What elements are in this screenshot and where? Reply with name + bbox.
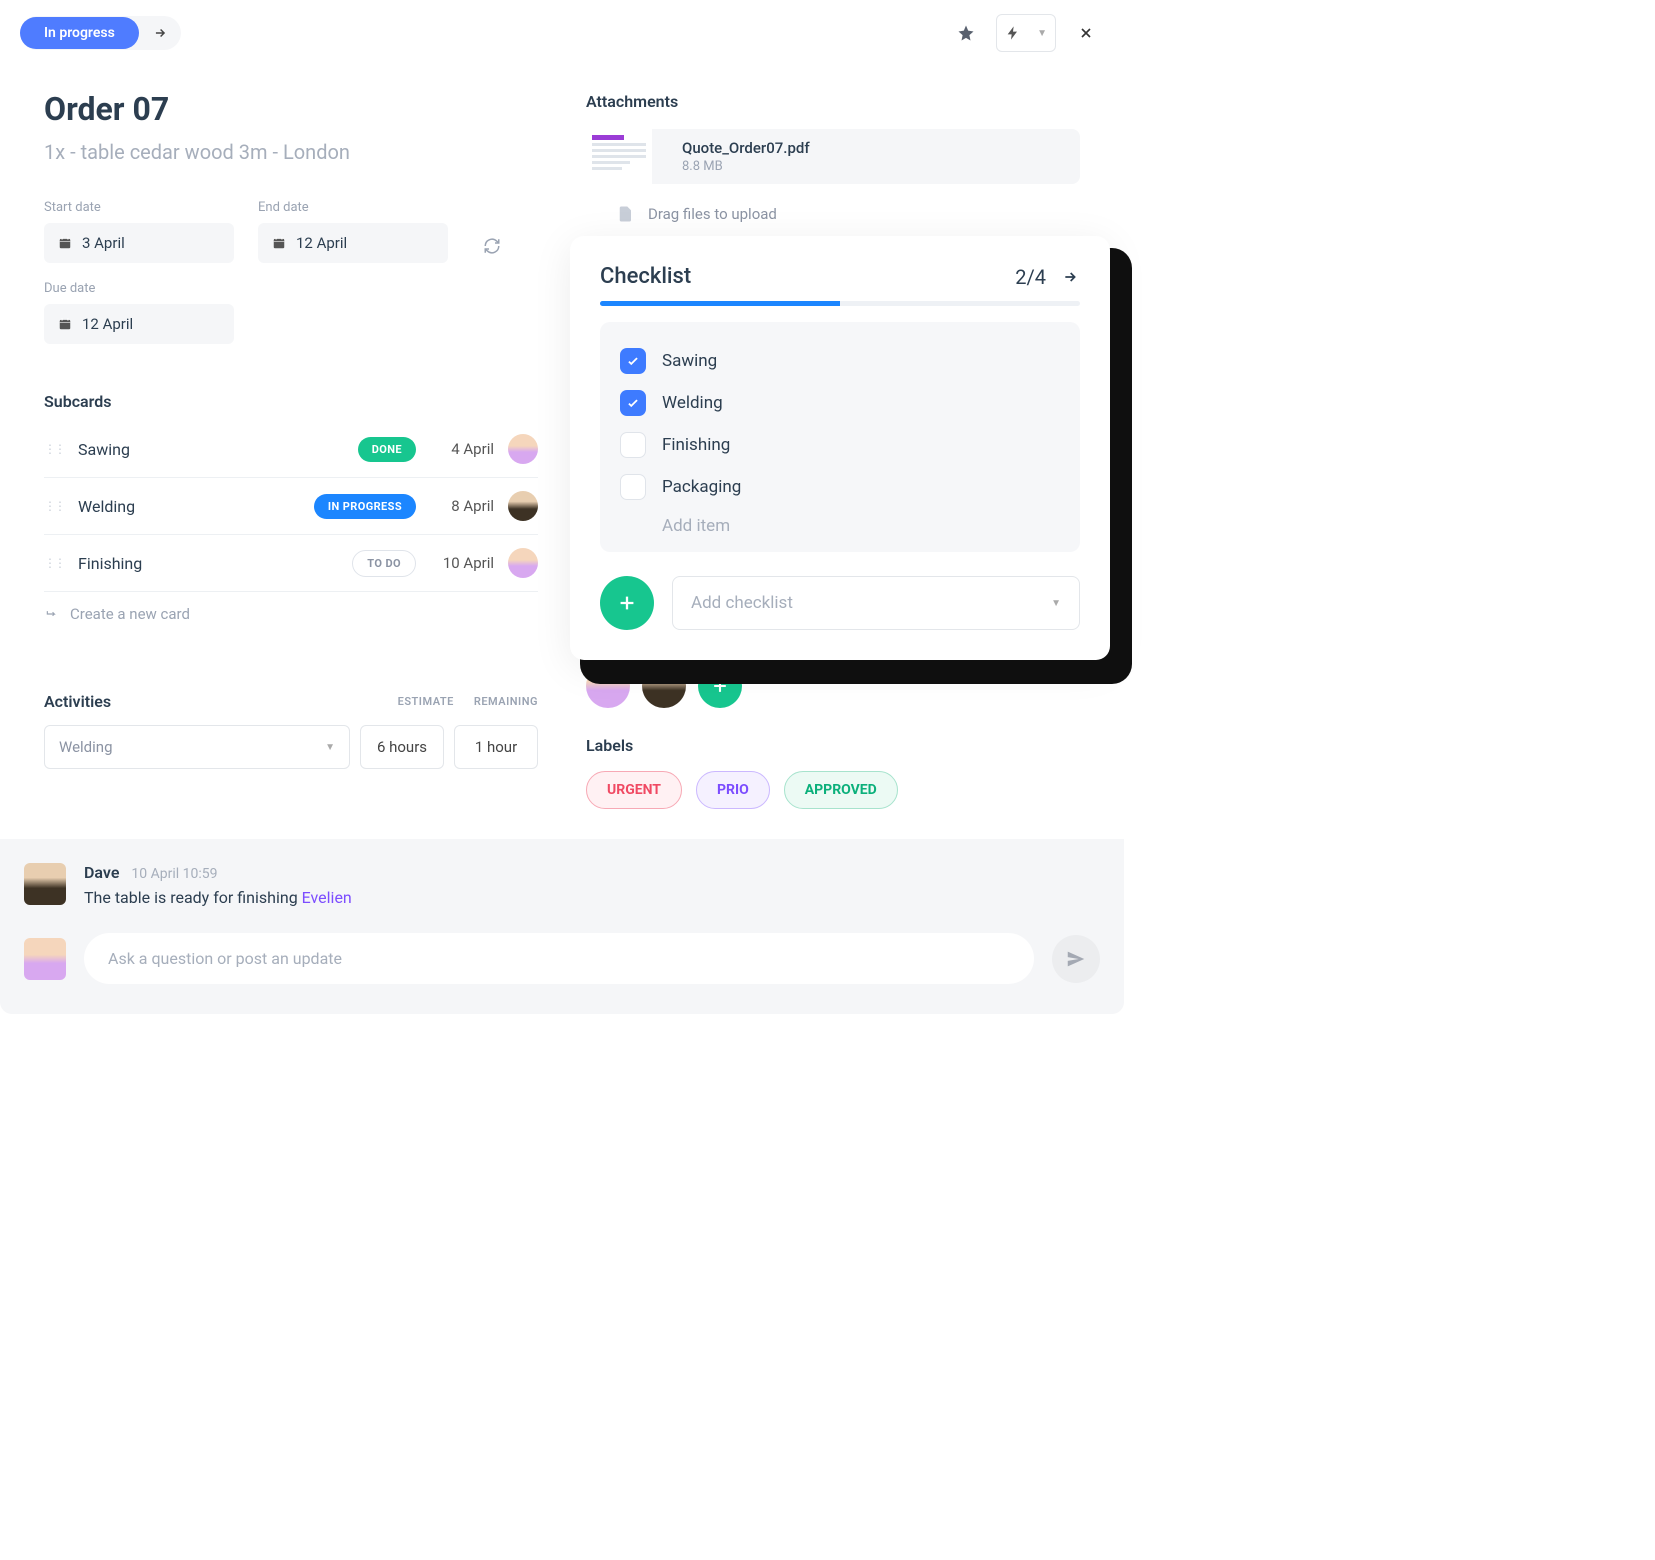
attachment-name: Quote_Order07.pdf [682,139,810,157]
subcard-status[interactable]: TO DO [352,550,416,577]
star-button[interactable] [948,15,984,51]
topbar: In progress ▼ [0,0,1124,66]
subcard-assignee-avatar[interactable] [508,434,538,464]
chevron-down-icon: ▼ [1051,598,1061,609]
checklist-item-label: Welding [662,393,723,413]
comment-mention[interactable]: Evelien [302,888,352,907]
subcard-status[interactable]: DONE [358,437,416,462]
comment-text: The table is ready for finishing Evelien [84,888,352,907]
chevron-down-icon: ▼ [325,742,335,753]
member-avatar[interactable] [642,664,686,708]
comment: Dave 10 April 10:59 The table is ready f… [24,863,1100,907]
status-label: In progress [20,17,139,49]
comment-avatar [24,863,66,905]
comments-section: Dave 10 April 10:59 The table is ready f… [0,839,1124,1014]
activity-estimate[interactable]: 6 hours [360,725,444,769]
status-next-arrow-icon[interactable] [139,18,181,48]
subcard-date: 10 April [430,554,494,572]
checklist-panel: Checklist 2/4 Sawing Welding Finishing Pack… [570,236,1110,660]
send-button[interactable] [1052,935,1100,983]
file-thumbnail [586,129,652,184]
checklist-item-label: Sawing [662,351,717,371]
add-checklist-item[interactable]: Add item [620,508,1060,536]
checklist-item[interactable]: Packaging [620,466,1060,508]
start-date-field[interactable]: 3 April [44,223,234,263]
drag-handle-icon[interactable]: ⋮⋮ [44,556,64,570]
checkbox-checked-icon[interactable] [620,390,646,416]
checklist-item[interactable]: Sawing [620,340,1060,382]
checklist-title: Checklist [600,264,691,289]
labels-heading: Labels [586,736,1080,755]
checklist-progress [600,301,1080,306]
return-icon [44,607,60,621]
subcard-row[interactable]: ⋮⋮ Finishing TO DO 10 April [44,534,538,591]
label-pill[interactable]: APPROVED [784,771,898,809]
checklist-item-label: Packaging [662,477,741,497]
add-checklist-input[interactable]: Add checklist ▼ [672,576,1080,630]
activities-heading: Activities [44,692,111,711]
attachment-size: 8.8 MB [682,159,810,174]
subcard-name: Sawing [78,440,344,459]
due-date-label: Due date [44,281,234,296]
order-title: Order 07 [44,90,538,128]
arrow-right-icon[interactable] [1060,269,1080,285]
col-remaining: REMAINING [474,695,538,708]
activity-remaining[interactable]: 1 hour [454,725,538,769]
order-subtitle: 1x - table cedar wood 3m - London [44,140,538,164]
subcard-assignee-avatar[interactable] [508,491,538,521]
bolt-icon [997,25,1029,41]
subcard-date: 4 April [430,440,494,458]
subcard-name: Finishing [78,554,338,573]
attachment-item[interactable]: Quote_Order07.pdf 8.8 MB [586,129,1080,184]
subcard-row[interactable]: ⋮⋮ Welding IN PROGRESS 8 April [44,477,538,534]
due-date-field[interactable]: 12 April [44,304,234,344]
label-pill[interactable]: URGENT [586,771,682,809]
comment-author: Dave [84,863,119,882]
add-member-button[interactable] [698,664,742,708]
checkbox-unchecked-icon[interactable] [620,474,646,500]
calendar-icon [58,317,72,331]
calendar-icon [58,236,72,250]
status-dropdown[interactable]: In progress [20,16,181,50]
label-pill[interactable]: PRIO [696,771,770,809]
subcard-name: Welding [78,497,300,516]
checklist-item[interactable]: Welding [620,382,1060,424]
compose-avatar [24,938,66,980]
chevron-down-icon: ▼ [1029,28,1055,39]
drag-handle-icon[interactable]: ⋮⋮ [44,499,64,513]
subcard-row[interactable]: ⋮⋮ Sawing DONE 4 April [44,421,538,477]
upload-dropzone[interactable]: Drag files to upload [616,204,1080,224]
checklist-count: 2/4 [1015,265,1046,289]
drag-handle-icon[interactable]: ⋮⋮ [44,442,64,456]
order-card: In progress ▼ Order 07 1x [0,0,1124,1014]
checkbox-checked-icon[interactable] [620,348,646,374]
checklist-item-label: Finishing [662,435,730,455]
subcards-heading: Subcards [44,392,538,411]
compose-input[interactable]: Ask a question or post an update [84,933,1034,984]
checklist-item[interactable]: Finishing [620,424,1060,466]
members-row [586,664,1080,708]
subcard-status[interactable]: IN PROGRESS [314,494,416,519]
activity-select[interactable]: Welding ▼ [44,725,350,769]
col-estimate: ESTIMATE [398,695,454,708]
start-date-label: Start date [44,200,234,215]
end-date-field[interactable]: 12 April [258,223,448,263]
end-date-label: End date [258,200,448,215]
add-checklist-button[interactable] [600,576,654,630]
close-button[interactable] [1068,15,1104,51]
attachments-heading: Attachments [586,92,1080,111]
automation-button[interactable]: ▼ [996,14,1056,52]
recurring-button[interactable] [472,228,512,263]
comment-time: 10 April 10:59 [131,866,217,882]
file-icon [616,204,634,224]
create-subcard[interactable]: Create a new card [44,591,538,636]
subcard-assignee-avatar[interactable] [508,548,538,578]
member-avatar[interactable] [586,664,630,708]
checkbox-unchecked-icon[interactable] [620,432,646,458]
calendar-icon [272,236,286,250]
subcard-date: 8 April [430,497,494,515]
